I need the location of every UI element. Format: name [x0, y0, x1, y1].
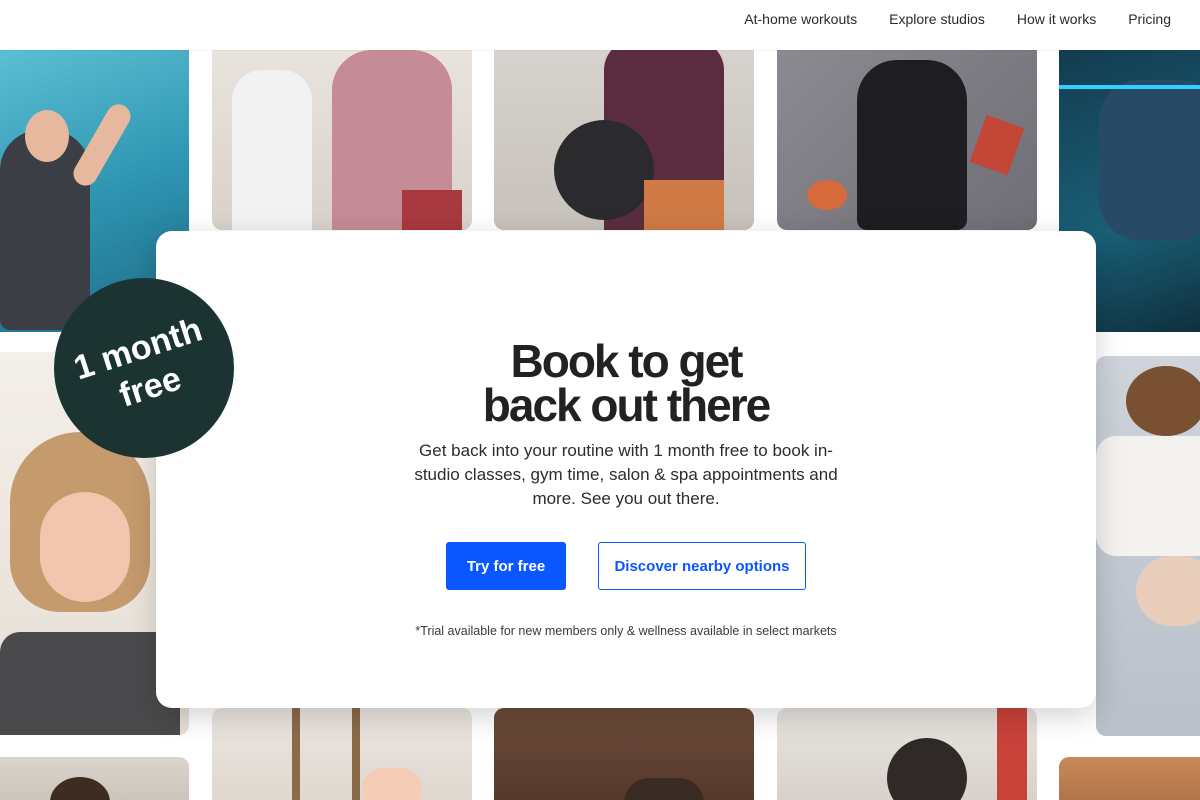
photo-climbing-wall	[777, 40, 1037, 230]
promo-badge: 1 month free	[54, 278, 234, 458]
photo-bottom-left	[0, 757, 189, 800]
hero-title: Book to get back out there	[156, 335, 1096, 431]
nav-link-at-home-workouts[interactable]: At-home workouts	[744, 10, 857, 28]
photo-spa-room	[494, 708, 754, 800]
nav-link-pricing[interactable]: Pricing	[1128, 10, 1171, 28]
nav-link-how-it-works[interactable]: How it works	[1017, 10, 1096, 28]
hero-card: Book to get back out there Get back into…	[156, 231, 1096, 708]
photo-facial-treatment	[1096, 356, 1200, 736]
hero-subtitle: Get back into your routine with 1 month …	[414, 441, 838, 508]
hero-title-line2: back out there	[482, 379, 771, 431]
trial-disclaimer: *Trial available for new members only & …	[415, 624, 837, 638]
photo-barre-class	[212, 40, 472, 230]
try-for-free-button[interactable]: Try for free	[446, 542, 566, 590]
photo-bottom-right	[1059, 757, 1200, 800]
promo-badge-text: 1 month free	[69, 310, 219, 427]
top-navigation: At-home workouts Explore studios How it …	[0, 0, 1200, 50]
photo-medicine-ball	[494, 40, 754, 230]
nav-link-explore-studios[interactable]: Explore studios	[889, 10, 985, 28]
nav-links: At-home workouts Explore studios How it …	[744, 10, 1171, 28]
hero-title-line1: Book to get	[510, 335, 744, 387]
photo-pilates-reformer	[212, 708, 472, 800]
discover-nearby-options-button[interactable]: Discover nearby options	[598, 542, 806, 590]
photo-barber	[777, 708, 1037, 800]
